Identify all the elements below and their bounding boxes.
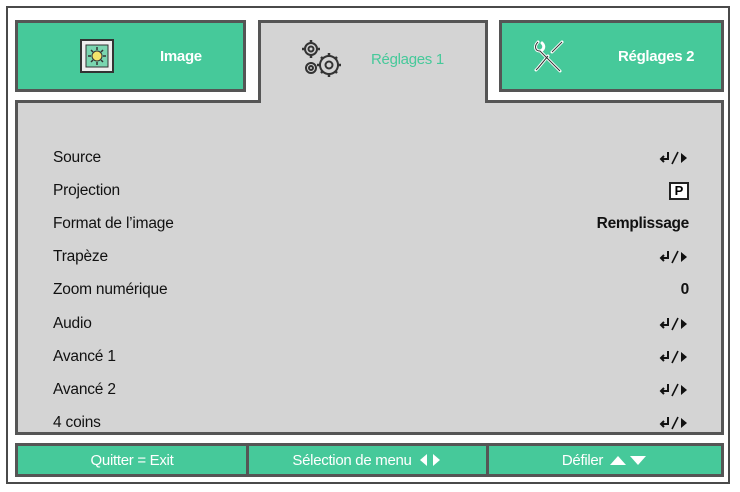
menu-item-label: Zoom numérique — [53, 281, 168, 299]
exit-label: Quitter = Exit — [90, 451, 174, 469]
menu-item-advanced-1[interactable]: Avancé 1 — [18, 340, 721, 373]
enter-right-icon — [659, 317, 689, 331]
menu-item-label: Audio — [53, 314, 92, 332]
enter-right-icon — [659, 151, 689, 165]
menu-item-audio[interactable]: Audio — [18, 307, 721, 340]
footer-bar: Quitter = Exit Sélection de menu Défiler — [15, 443, 724, 477]
tab-reglages-2-label: Réglages 2 — [618, 47, 695, 65]
tab-reglages-1-label: Réglages 1 — [371, 50, 444, 68]
menu-item-label: Source — [53, 148, 101, 166]
menu-item-label: Trapèze — [53, 248, 108, 266]
image-settings-icon — [80, 39, 114, 73]
menu-item-keystone[interactable]: Trapèze — [18, 241, 721, 274]
menu-item-projection[interactable]: Projection P — [18, 174, 721, 207]
scroll-label: Défiler — [561, 451, 604, 469]
menu-select-label: Sélection de menu — [292, 451, 412, 469]
enter-right-icon — [659, 350, 689, 364]
enter-right-icon — [659, 416, 689, 430]
menu-item-value: 0 — [680, 281, 690, 299]
menu-item-label: Avancé 2 — [53, 380, 116, 398]
menu-item-label: Avancé 1 — [53, 347, 116, 365]
menu-list: Source Projection P Format de l’image Re… — [18, 141, 721, 440]
menu-item-label: Format de l’image — [53, 214, 174, 232]
menu-item-value: Remplissage — [596, 214, 690, 232]
enter-right-icon — [659, 383, 689, 397]
menu-item-source[interactable]: Source — [18, 141, 721, 174]
menu-item-digital-zoom[interactable]: Zoom numérique 0 — [18, 274, 721, 307]
menu-select-button[interactable]: Sélection de menu — [249, 443, 489, 477]
menu-item-four-corners[interactable]: 4 coins — [18, 407, 721, 440]
tools-icon — [530, 36, 570, 76]
tab-image-label: Image — [160, 47, 202, 65]
left-right-arrows-icon — [419, 454, 440, 466]
tab-reglages-1[interactable]: Réglages 1 — [258, 20, 488, 103]
tab-reglages-2[interactable]: Réglages 2 — [499, 20, 724, 92]
exit-button[interactable]: Quitter = Exit — [15, 443, 249, 477]
settings-panel: Source Projection P Format de l’image Re… — [15, 100, 724, 435]
menu-item-advanced-2[interactable]: Avancé 2 — [18, 373, 721, 406]
up-down-arrows-icon — [610, 456, 647, 465]
enter-right-icon — [659, 250, 689, 264]
menu-item-label: 4 coins — [53, 414, 101, 432]
menu-item-label: Projection — [53, 181, 120, 199]
scroll-button[interactable]: Défiler — [489, 443, 724, 477]
gears-icon — [299, 37, 343, 81]
tab-image[interactable]: Image — [15, 20, 246, 92]
projection-mode-badge: P — [669, 181, 689, 200]
menu-item-image-format[interactable]: Format de l’image Remplissage — [18, 207, 721, 240]
